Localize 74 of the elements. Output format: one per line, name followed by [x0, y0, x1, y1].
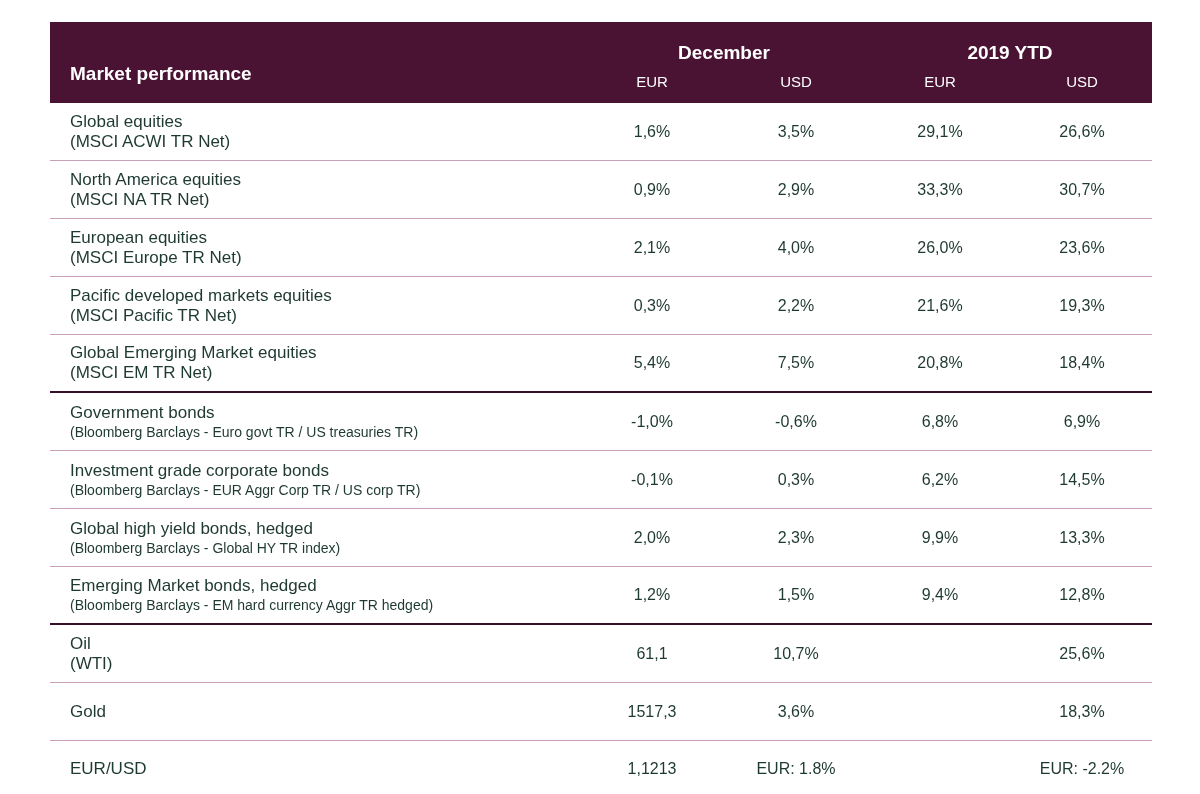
index-note: (MSCI NA TR Net): [70, 189, 211, 210]
table-cell-text: 2,3%: [776, 527, 816, 548]
table-cell-text: 13,3%: [1058, 527, 1106, 548]
index-note: (MSCI Pacific TR Net): [70, 305, 238, 326]
table-cell-text: 33,3%: [916, 179, 964, 200]
table-cell-text: EUR: -2.2%: [1038, 758, 1126, 779]
table-cell-text: 12,8%: [1058, 585, 1106, 605]
row-label: Global Emerging Market equities: [70, 343, 318, 363]
row-label: North America equities: [70, 169, 243, 190]
column-header: USD: [779, 72, 813, 92]
table-cell-text: 14,5%: [1058, 469, 1106, 490]
table-cell-text: 1,5%: [776, 585, 816, 605]
index-note: (Bloomberg Barclays - Euro govt TR / US treasuries TR): [70, 422, 420, 441]
index-note: (Bloomberg Barclays - Global HY TR index): [70, 538, 342, 557]
table-cell-text: 29,1%: [916, 121, 964, 142]
table-cell-text: EUR: 1.8%: [755, 758, 837, 779]
table-cell-text: 26,6%: [1058, 121, 1106, 142]
row-label: Government bonds: [70, 402, 216, 423]
table-cell-text: 3,5%: [776, 121, 816, 142]
row-label: Oil: [70, 633, 92, 654]
table-cell-text: 61,1: [635, 643, 669, 664]
column-header: EUR: [923, 72, 957, 92]
table-title: Market performance: [69, 61, 253, 86]
index-note: (Bloomberg Barclays - EUR Aggr Corp TR / US corp TR): [70, 480, 422, 499]
index-note: (MSCI Europe TR Net): [70, 247, 243, 268]
index-note: (MSCI ACWI TR Net): [70, 131, 232, 152]
row-label: Investment grade corporate bonds: [70, 460, 330, 481]
column-group-header: December: [677, 40, 771, 65]
table-cell-text: 30,7%: [1058, 179, 1106, 200]
index-note: (WTI): [70, 653, 114, 674]
table-cell-text: 21,6%: [916, 295, 964, 316]
table-cell-text: 4,0%: [776, 237, 816, 258]
row-label: European equities: [70, 227, 209, 248]
index-note: (Bloomberg Barclays - EM hard currency Aggr TR hedged): [70, 596, 435, 614]
row-label: Pacific developed markets equities: [70, 285, 333, 306]
table-cell-text: 9,4%: [920, 585, 960, 605]
table-cell-text: 0,9%: [632, 179, 672, 200]
table-cell-text: -0,1%: [630, 469, 674, 490]
table-cell-text: 10,7%: [772, 643, 820, 664]
table-cell-text: 7,5%: [776, 353, 816, 373]
table-cell-text: 26,0%: [916, 237, 964, 258]
column-group-header: 2019 YTD: [966, 40, 1054, 65]
column-header: USD: [1065, 72, 1099, 92]
row-label: Gold: [70, 701, 107, 722]
table-cell-text: -1,0%: [630, 411, 674, 432]
table-cell-text: 9,9%: [920, 527, 960, 548]
table-cell-text: 3,6%: [776, 701, 816, 722]
table-cell-text: 1517,3: [626, 701, 678, 722]
table-cell-text: 5,4%: [632, 353, 672, 373]
table-cell-text: -0,6%: [774, 411, 818, 432]
table-cell-text: 25,6%: [1058, 643, 1106, 664]
table-cell-text: 0,3%: [632, 295, 672, 316]
table-cell-text: 6,9%: [1062, 411, 1102, 432]
table-cell-text: 2,0%: [632, 527, 672, 548]
table-cell-text: 18,3%: [1058, 701, 1106, 722]
row-label: Global high yield bonds, hedged: [70, 518, 314, 539]
index-note: (MSCI EM TR Net): [70, 363, 214, 383]
table-cell-text: 6,8%: [920, 411, 960, 432]
table-cell-text: 0,3%: [776, 469, 816, 490]
row-label: Global equities: [70, 111, 184, 132]
table-cell-text: 1,1213: [626, 758, 678, 779]
table-cell-text: 2,9%: [776, 179, 816, 200]
table-cell-text: 23,6%: [1058, 237, 1106, 258]
table-cell-text: 6,2%: [920, 469, 960, 490]
table-cell-text: 18,4%: [1058, 353, 1106, 373]
table-cell-text: 2,1%: [632, 237, 672, 258]
row-label: EUR/USD: [70, 758, 148, 779]
table-cell-text: 1,2%: [632, 585, 672, 605]
table-cell-text: 20,8%: [916, 353, 964, 373]
table-cell-text: 2,2%: [776, 295, 816, 316]
row-label: Emerging Market bonds, hedged: [70, 576, 318, 596]
table-cell-text: 1,6%: [632, 121, 672, 142]
table-cell-text: 19,3%: [1058, 295, 1106, 316]
column-header: EUR: [635, 72, 669, 92]
